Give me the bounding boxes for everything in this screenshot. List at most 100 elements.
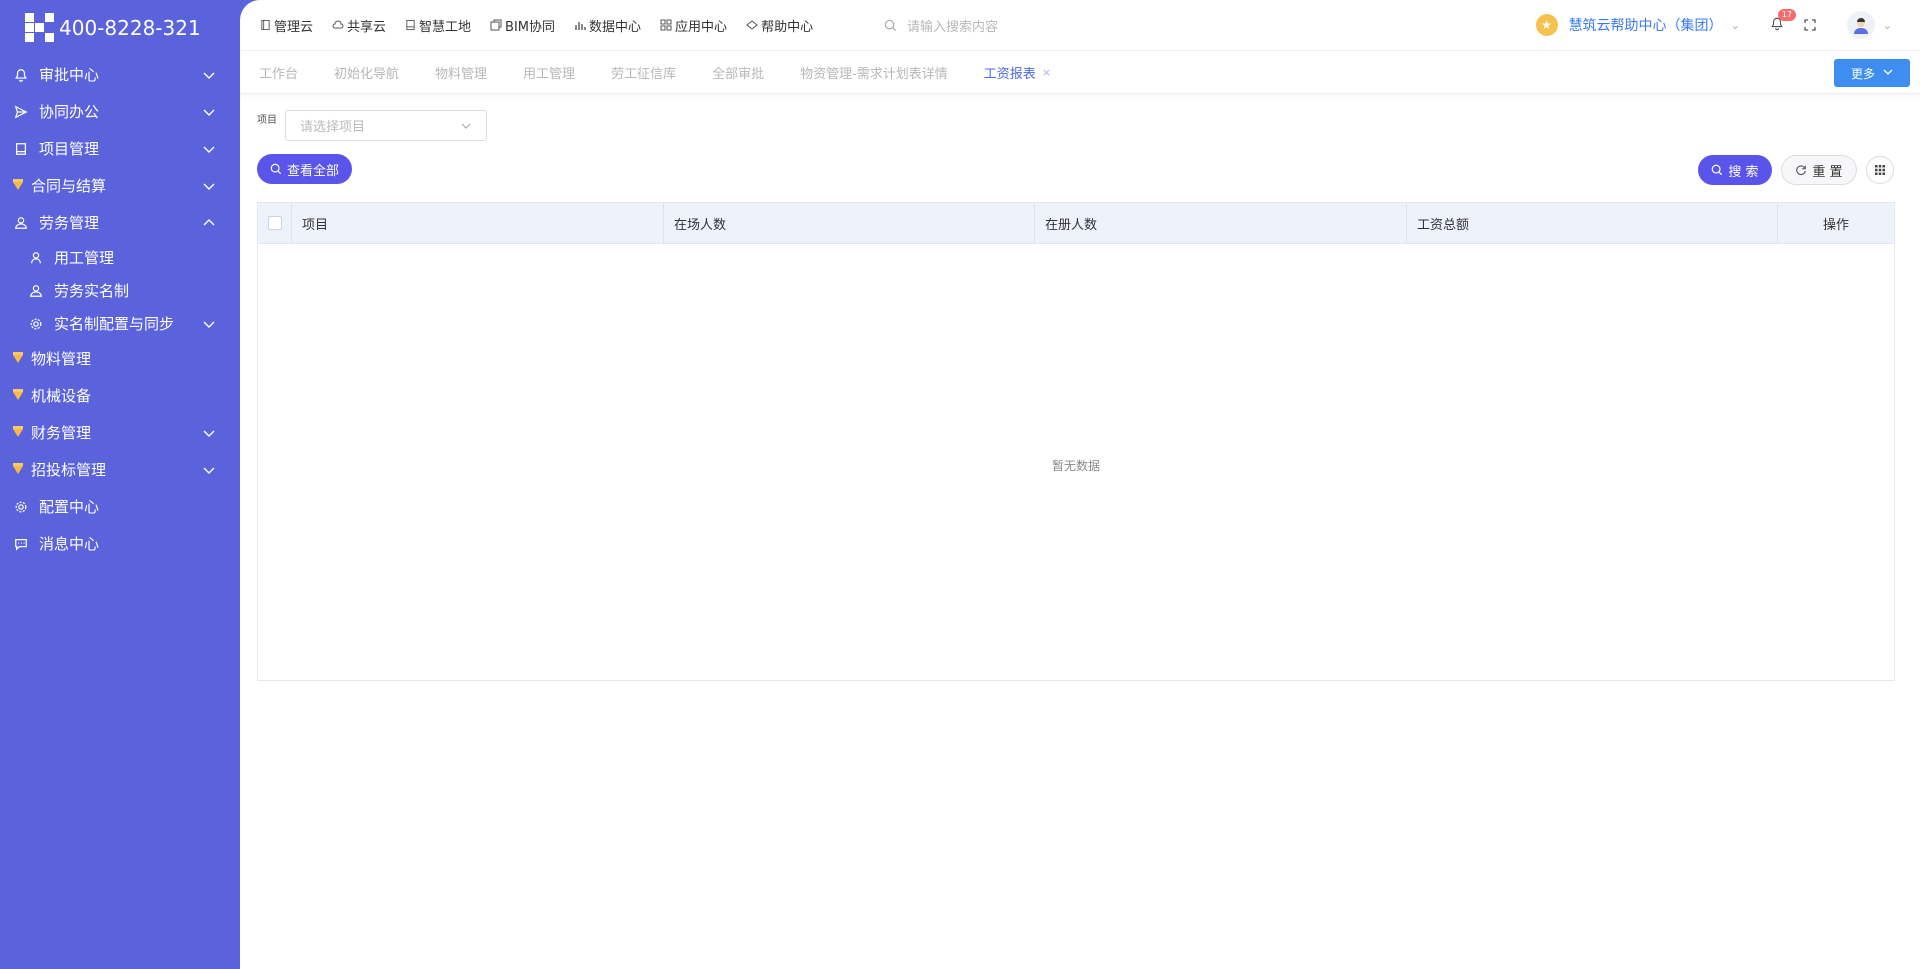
worker-icon	[13, 215, 29, 231]
logo[interactable]: 400-8228-321	[0, 0, 240, 56]
logo-mark-icon	[25, 13, 55, 43]
topnav-label: 应用中心	[675, 19, 728, 35]
chevron-down-icon	[203, 109, 215, 116]
sidebar-item-collab[interactable]: 协同办公	[0, 93, 240, 130]
bim-icon	[490, 19, 502, 31]
chevron-down-icon[interactable]: ⌄	[1883, 19, 1892, 32]
close-icon[interactable]: ×	[1042, 66, 1051, 79]
topnav-bim[interactable]: BIM协同	[490, 16, 555, 35]
chevron-down-icon: ⌄	[1730, 18, 1740, 32]
chevron-down-icon	[203, 321, 215, 328]
bar-chart-icon	[575, 22, 586, 30]
column-header-salary-total[interactable]: 工资总额	[1407, 203, 1778, 243]
search-button[interactable]: 搜 索	[1698, 155, 1772, 185]
chevron-down-icon	[203, 183, 215, 190]
tab-label: 用工管理	[523, 66, 576, 82]
sidebar-subitem-label: 劳务实名制	[54, 282, 130, 300]
sidebar-item-messages[interactable]: 消息中心	[0, 525, 240, 562]
tab-salary-report[interactable]: 工资报表 ×	[984, 63, 1051, 82]
gear-icon	[28, 316, 44, 332]
chevron-up-icon	[203, 218, 215, 225]
book-icon	[406, 19, 415, 31]
select-all-checkbox[interactable]	[267, 216, 282, 230]
avatar[interactable]	[1846, 11, 1875, 39]
tab-credit-db[interactable]: 劳工征信库	[611, 63, 676, 82]
cloud-icon	[332, 20, 344, 29]
gem-icon	[13, 462, 23, 478]
sidebar-item-contract[interactable]: 合同与结算	[0, 167, 240, 204]
more-tabs-button[interactable]: 更多	[1834, 59, 1910, 87]
sidebar-item-project[interactable]: 项目管理	[0, 130, 240, 167]
chevron-down-icon	[461, 123, 471, 129]
topnav-data-center[interactable]: 数据中心	[574, 16, 641, 35]
grid-icon	[660, 19, 672, 31]
sidebar-item-label: 合同与结算	[31, 177, 107, 195]
tab-label: 劳工征信库	[611, 66, 677, 82]
chevron-down-icon	[203, 467, 215, 474]
brand-phone: 400-8228-321	[59, 16, 201, 40]
topnav-share-cloud[interactable]: 共享云	[332, 16, 386, 35]
more-label: 更多	[1850, 66, 1875, 81]
global-search[interactable]: 请输入搜索内容	[884, 16, 998, 35]
notification-bell[interactable]: 17	[1770, 8, 1796, 35]
sidebar-item-label: 项目管理	[39, 140, 100, 158]
worker-icon	[28, 283, 44, 299]
tab-label: 工作台	[259, 66, 299, 82]
sidebar-item-config[interactable]: 配置中心	[0, 488, 240, 525]
gem-icon	[13, 351, 23, 367]
table-header: 项目 在场人数 在册人数 工资总额 操作	[258, 203, 1894, 244]
top-bar: 管理云 共享云 智慧工地 BIM协同 数据中心 应用中心 帮助中心 请输入搜索内…	[240, 0, 1920, 51]
sidebar-item-machinery[interactable]: 机械设备	[0, 377, 240, 414]
sidebar-subitem-realname[interactable]: 劳务实名制	[0, 274, 240, 307]
fullscreen-button[interactable]	[1804, 16, 1816, 35]
sidebar-item-bidding[interactable]: 招投标管理	[0, 451, 240, 488]
column-settings-button[interactable]	[1866, 156, 1894, 184]
topnav-smart-site[interactable]: 智慧工地	[405, 16, 471, 35]
column-header-registered-count[interactable]: 在册人数	[1035, 203, 1407, 243]
topnav-app-center[interactable]: 应用中心	[660, 16, 727, 35]
top-right: ★ 慧筑云帮助中心（集团） ⌄ 17 ⌄	[1535, 0, 1920, 50]
sidebar-item-finance[interactable]: 财务管理	[0, 414, 240, 451]
search-icon	[270, 163, 282, 175]
sidebar-subitem-employment[interactable]: 用工管理	[0, 241, 240, 274]
column-header-project[interactable]: 项目	[292, 203, 664, 243]
project-select[interactable]: 请选择项目	[285, 110, 487, 141]
tab-all-approval[interactable]: 全部审批	[712, 63, 764, 82]
sidebar-item-labor[interactable]: 劳务管理	[0, 204, 240, 241]
sidebar-item-label: 物料管理	[31, 350, 92, 368]
tab-demand-plan[interactable]: 物资管理-需求计划表详情	[800, 63, 948, 82]
tab-employment[interactable]: 用工管理	[523, 63, 575, 82]
sidebar-item-approval[interactable]: 审批中心	[0, 56, 240, 93]
topnav-management-cloud[interactable]: 管理云	[260, 16, 313, 35]
column-header-onsite-count[interactable]: 在场人数	[664, 203, 1035, 243]
column-header-actions: 操作	[1822, 217, 1849, 233]
sidebar-subitem-realname-config[interactable]: 实名制配置与同步	[0, 307, 240, 340]
search-input[interactable]: 请输入搜索内容	[907, 16, 998, 35]
org-name: 慧筑云帮助中心（集团）	[1568, 18, 1723, 34]
message-icon	[13, 536, 29, 552]
project-filter: 项目 请选择项目	[257, 110, 487, 141]
main-panel: 管理云 共享云 智慧工地 BIM协同 数据中心 应用中心 帮助中心 请输入搜索内…	[240, 0, 1920, 969]
salary-report-table: 项目 在场人数 在册人数 工资总额 操作 暂无数据	[257, 202, 1895, 681]
sidebar-item-material[interactable]: 物料管理	[0, 340, 240, 377]
tab-workbench[interactable]: 工作台	[259, 63, 298, 82]
topnav-label: 帮助中心	[761, 19, 814, 35]
notification-count: 17	[1777, 8, 1796, 21]
topnav-label: 数据中心	[589, 19, 642, 35]
refresh-icon	[1796, 165, 1807, 176]
view-all-button[interactable]: 查看全部	[257, 154, 352, 184]
tab-init-guide[interactable]: 初始化导航	[334, 63, 399, 82]
bell-icon	[13, 67, 29, 83]
topnav-help-center[interactable]: 帮助中心	[746, 16, 813, 35]
user-avatar-icon	[1853, 18, 1868, 34]
tab-material[interactable]: 物料管理	[435, 63, 487, 82]
chevron-down-icon	[203, 430, 215, 437]
tab-label: 工资报表	[983, 66, 1036, 82]
topnav-label: 管理云	[274, 19, 314, 35]
sidebar-item-label: 招投标管理	[31, 461, 107, 479]
sidebar-item-label: 劳务管理	[39, 214, 100, 232]
tab-label: 物资管理-需求计划表详情	[800, 66, 948, 82]
project-label: 项目	[257, 115, 277, 126]
reset-button[interactable]: 重 置	[1781, 155, 1857, 185]
org-switcher[interactable]: ★ 慧筑云帮助中心（集团） ⌄	[1535, 14, 1740, 36]
